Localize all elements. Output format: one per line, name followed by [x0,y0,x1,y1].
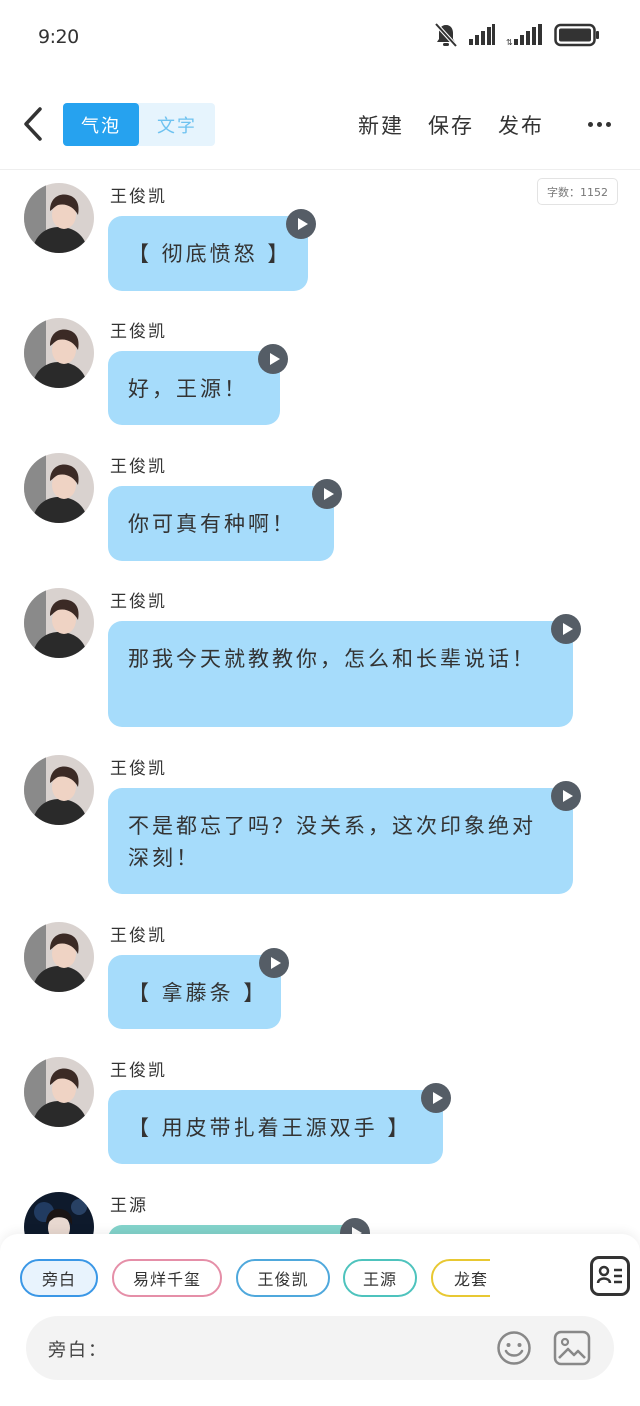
bubble-text: 好，王源！ [128,377,248,401]
mute-bell-icon [434,22,458,48]
more-icon [587,121,593,127]
word-count-badge: 字数：1152 [537,178,618,205]
character-chips: 旁白 易烊千玺 王俊凯 王源 龙套 [20,1259,490,1299]
chat-bubble[interactable]: 你可真有种啊！ [108,486,334,561]
avatar[interactable] [24,588,94,658]
chat-bubble[interactable]: 【 彻底愤怒 】 [108,216,308,291]
signal-icon: ⇅ [506,24,542,46]
mode-toggle: 气泡 文字 [63,103,215,146]
input-role-label: 旁白： [48,1340,108,1361]
play-icon[interactable] [421,1083,451,1113]
image-icon[interactable] [553,1330,591,1366]
publish-button[interactable]: 发布 [498,110,544,140]
character-chip-longtao[interactable]: 龙套 [431,1259,490,1297]
new-button[interactable]: 新建 [358,110,404,140]
avatar[interactable] [24,755,94,825]
play-icon[interactable] [551,781,581,811]
sender-name: 王源 [110,1196,148,1216]
sender-name: 王俊凯 [110,1061,167,1081]
character-chip-wangyuan[interactable]: 王源 [343,1259,417,1297]
status-icons: ⇅ [434,22,600,48]
sender-name: 王俊凯 [110,187,167,207]
bubble-text: 不是都忘了吗？没关系，这次印象绝对深刻！ [128,814,536,870]
top-actions: 新建 保存 发布 [358,110,544,140]
play-icon[interactable] [258,344,288,374]
message-input[interactable]: 旁白： [26,1316,614,1380]
chat-bubble[interactable]: 好，王源！ [108,351,280,425]
play-icon[interactable] [340,1218,370,1234]
back-button[interactable] [18,104,48,144]
status-time: 9:20 [38,26,79,48]
header-divider [0,169,640,170]
bubble-text: 【 彻底愤怒 】 [128,242,292,266]
emoji-icon[interactable] [496,1330,532,1366]
svg-text:⇅: ⇅ [506,38,513,46]
bubble-text: 你可真有种啊！ [128,512,296,536]
chat-bubble[interactable]: 不是都忘了吗？没关系，这次印象绝对深刻！ [108,788,573,894]
top-bar: 气泡 文字 新建 保存 发布 [0,98,640,158]
play-icon[interactable] [551,614,581,644]
bubble-text: 【 拿藤条 】 [128,981,268,1005]
chat-bubble[interactable]: 【 用皮带扎着王源双手 】 [108,1090,443,1164]
tab-bubble[interactable]: 气泡 [63,103,139,146]
avatar[interactable] [24,922,94,992]
avatar[interactable] [24,318,94,388]
avatar[interactable] [24,1057,94,1127]
save-button[interactable]: 保存 [428,110,474,140]
status-bar: 9:20 ⇅ [0,0,640,80]
sender-name: 王俊凯 [110,457,167,477]
back-arrow-icon [24,107,42,141]
play-icon[interactable] [286,209,316,239]
bubble-text: 【 用皮带扎着王源双手 】 [128,1116,412,1140]
sender-name: 王俊凯 [110,759,167,779]
signal-icon [469,24,495,45]
role-manage-button[interactable] [590,1256,630,1296]
battery-icon [554,23,599,47]
role-card-icon [596,1265,622,1284]
chat-bubble[interactable]: 【 拿藤条 】 [108,955,281,1029]
avatar[interactable] [24,1192,94,1234]
play-icon[interactable] [259,948,289,978]
bubble-text: 那我今天就教教你，怎么和长辈说话！ [128,647,536,671]
chat-bubble[interactable] [108,1225,370,1234]
character-chip-narrator[interactable]: 旁白 [20,1259,98,1297]
play-icon[interactable] [312,479,342,509]
avatar[interactable] [24,453,94,523]
avatar[interactable] [24,183,94,253]
sender-name: 王俊凯 [110,592,167,612]
character-chip-wangjunkai[interactable]: 王俊凯 [236,1259,330,1297]
chat-bubble[interactable]: 那我今天就教教你，怎么和长辈说话！ [108,621,573,727]
chat-list[interactable]: 王俊凯 【 彻底愤怒 】 王俊凯 好，王源！ 王俊凯 你可真有种啊！ 王俊凯 那… [0,172,640,1234]
sender-name: 王俊凯 [110,926,167,946]
sender-name: 王俊凯 [110,322,167,342]
composer-panel: 旁白 易烊千玺 王俊凯 王源 龙套 旁白： [0,1234,640,1406]
tab-text[interactable]: 文字 [139,103,215,146]
character-chip-yiyangqianxi[interactable]: 易烊千玺 [112,1259,222,1297]
more-button[interactable] [584,110,614,138]
